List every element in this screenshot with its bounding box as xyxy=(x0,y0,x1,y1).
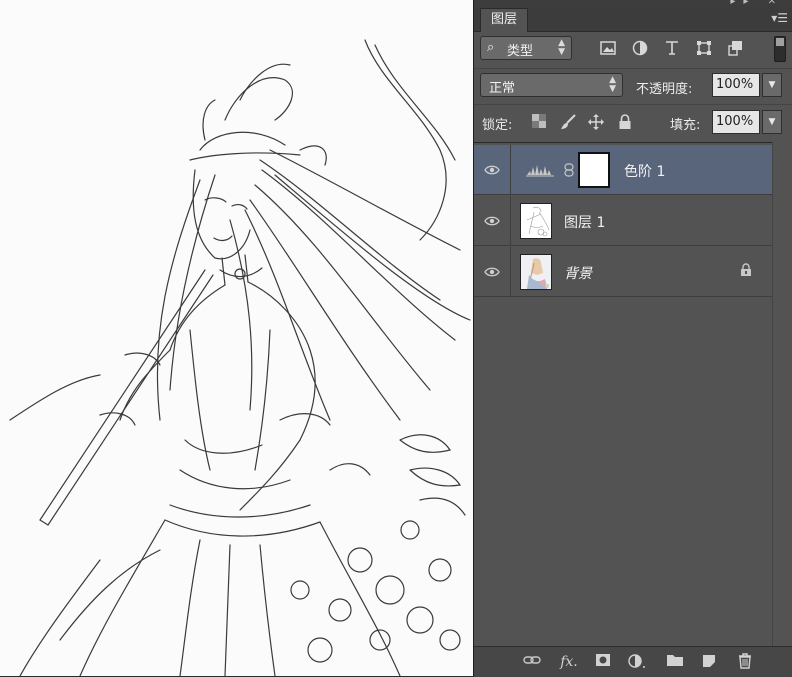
layers-scrollbar[interactable] xyxy=(772,142,792,646)
layer-thumbnail[interactable] xyxy=(520,203,552,239)
fill-label: 填充: xyxy=(670,118,701,133)
shape-filter-icon[interactable] xyxy=(696,40,712,56)
mask-link-icon[interactable] xyxy=(564,163,574,181)
layer-thumbnail[interactable] xyxy=(520,254,552,290)
layer-row-layer1[interactable]: 图层 1 xyxy=(474,196,772,246)
document-canvas[interactable] xyxy=(0,0,474,676)
text-filter-icon[interactable] xyxy=(664,40,680,56)
fx-icon[interactable]: fx. xyxy=(560,653,578,671)
updown-arrows-icon: ▲ ▼ xyxy=(558,38,565,57)
visibility-toggle[interactable] xyxy=(474,196,511,246)
layer-name[interactable]: 图层 1 xyxy=(564,212,605,232)
adjustment-filter-icon[interactable] xyxy=(632,40,648,56)
layer-mask-thumbnail[interactable] xyxy=(578,152,610,188)
panel-tab-bar: 图层 ▾☰ xyxy=(474,6,792,32)
panel-menu-icon[interactable]: ▾☰ xyxy=(771,11,788,25)
new-layer-icon[interactable] xyxy=(700,653,718,671)
eye-icon xyxy=(484,267,500,277)
layer-name[interactable]: 色阶 1 xyxy=(624,161,665,181)
lock-all-icon[interactable] xyxy=(618,114,634,130)
lock-icon xyxy=(740,263,752,281)
opacity-input[interactable]: 100% xyxy=(712,73,760,97)
fill-input[interactable]: 100% xyxy=(712,110,760,134)
opacity-label: 不透明度: xyxy=(636,82,693,97)
layer-name[interactable]: 背景 xyxy=(564,263,592,283)
new-group-icon[interactable] xyxy=(666,653,684,671)
image-filter-icon[interactable] xyxy=(600,40,616,56)
visibility-toggle[interactable] xyxy=(474,247,511,297)
lock-transparent-icon[interactable] xyxy=(532,114,548,130)
filter-type-label: 类型 xyxy=(507,44,534,59)
tab-layers[interactable]: 图层 xyxy=(480,8,528,32)
visibility-toggle[interactable] xyxy=(474,145,511,195)
eye-icon xyxy=(484,165,500,175)
filter-type-select[interactable]: ⌕ 类型 ▲ ▼ xyxy=(480,36,572,60)
opacity-dropdown-icon[interactable]: ▼ xyxy=(762,73,782,97)
search-icon: ⌕ xyxy=(487,40,495,55)
layer-row-levels[interactable]: 色阶 1 xyxy=(474,145,772,195)
layers-list: 色阶 1 图层 1 背景 xyxy=(474,142,772,647)
blend-mode-value: 正常 xyxy=(489,81,516,96)
eye-icon xyxy=(484,216,500,226)
layers-panel: ▸▸ ✕ 图层 ▾☰ ⌕ 类型 ▲ ▼ 正常 ▲ ▼ 不透明度: 100% ▼ … xyxy=(474,0,792,677)
blend-mode-select[interactable]: 正常 ▲ ▼ xyxy=(480,73,623,97)
link-layers-icon[interactable] xyxy=(523,653,541,671)
updown-arrows-icon: ▲ ▼ xyxy=(609,75,616,94)
lock-paint-icon[interactable] xyxy=(560,114,576,130)
fill-dropdown-icon[interactable]: ▼ xyxy=(762,110,782,134)
trash-icon[interactable] xyxy=(736,653,754,671)
layer-row-background[interactable]: 背景 xyxy=(474,247,772,297)
smart-object-filter-icon[interactable] xyxy=(728,40,744,56)
levels-adjustment-icon xyxy=(526,161,554,181)
lock-position-icon[interactable] xyxy=(588,114,604,130)
add-mask-icon[interactable] xyxy=(594,653,612,671)
layer-filter-row: ⌕ 类型 ▲ ▼ xyxy=(474,32,792,66)
filter-toggle-switch[interactable] xyxy=(774,36,786,62)
blend-opacity-row: 正常 ▲ ▼ 不透明度: 100% ▼ xyxy=(474,68,792,103)
lock-label: 锁定: xyxy=(482,118,513,133)
lock-fill-row: 锁定: 填充: 100% ▼ xyxy=(474,104,792,139)
new-adjustment-icon[interactable] xyxy=(628,653,646,671)
layers-bottom-toolbar: fx. xyxy=(474,646,792,677)
line-art-illustration xyxy=(9,39,471,676)
